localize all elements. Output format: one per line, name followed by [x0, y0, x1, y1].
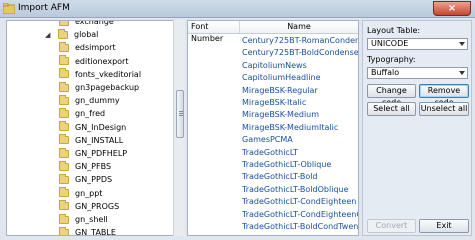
- folder-icon: [59, 160, 69, 171]
- folder-icon: [59, 147, 69, 158]
- tree-item-label: GN_PDFHELP: [75, 149, 128, 158]
- font-list-item[interactable]: CapitoliumNews: [242, 61, 307, 73]
- unselect-all-button[interactable]: Unselect all: [419, 102, 469, 116]
- options-panel: Layout Table: UNICODE Typography: Buffal…: [362, 20, 472, 236]
- tree-item[interactable]: gn_ppt: [59, 187, 102, 200]
- tree-item-label: exchange: [75, 20, 114, 26]
- folder-icon: [59, 134, 69, 145]
- tree-item[interactable]: GN_PPDS: [59, 173, 112, 186]
- font-list-item[interactable]: GamesPCMA: [242, 135, 293, 147]
- folder-icon: [59, 55, 69, 66]
- tree-item[interactable]: editionexport: [59, 55, 128, 68]
- typography-select[interactable]: Buffalo: [367, 67, 468, 79]
- tree-item-label: GN_PROGS: [75, 201, 120, 211]
- tree-item-label: gn_shell: [75, 215, 108, 224]
- font-list-item[interactable]: MirageBSK-MediumItalic: [242, 123, 338, 135]
- window-title: Import AFM: [18, 3, 70, 13]
- font-list-item[interactable]: MirageBSK-Regular: [242, 86, 318, 98]
- layout-table-label: Layout Table:: [367, 26, 421, 35]
- folder-tree[interactable]: exchange ◢ global edsimport editionexport fon…: [6, 20, 180, 236]
- column-header-font-number[interactable]: Font Number: [188, 21, 240, 43]
- folder-icon: [59, 226, 69, 235]
- folder-icon: [59, 81, 69, 92]
- folder-icon: [59, 187, 69, 198]
- tree-item[interactable]: GN_InDesign: [59, 121, 126, 134]
- folder-icon: [59, 21, 69, 26]
- tree-item-label: gn3pagebackup: [75, 83, 140, 92]
- select-all-button[interactable]: Select all: [367, 102, 416, 116]
- tree-item-label: GN_TABLE: [75, 228, 116, 236]
- chevron-down-icon: [459, 42, 465, 46]
- font-list-item[interactable]: TradeGothicLT-Bold: [242, 172, 318, 184]
- typography-label: Typography:: [367, 55, 416, 64]
- change-code-button[interactable]: Change code: [367, 84, 416, 107]
- tree-item[interactable]: fonts_vkeditorial: [59, 68, 141, 81]
- folder-icon: [59, 68, 69, 79]
- tree-item[interactable]: gn_dummy: [59, 94, 120, 107]
- font-list-item[interactable]: TradeGothicLT-CondEighteen: [242, 197, 356, 209]
- tree-item-label: gn_dummy: [75, 96, 120, 106]
- tree-item-label: global: [74, 30, 99, 40]
- folder-icon: [3, 3, 15, 14]
- folder-icon: [59, 213, 69, 224]
- font-list-item[interactable]: CapitoliumHeadline: [242, 73, 320, 85]
- tree-item[interactable]: GN_PROGS: [59, 200, 119, 213]
- folder-icon: [59, 200, 69, 211]
- tree-item-label: gn_ppt: [75, 188, 103, 198]
- font-list-header: Font Number Name: [188, 21, 358, 43]
- tree-item-label: edsimport: [75, 43, 116, 53]
- tree-item-label: GN_InDesign: [75, 122, 127, 132]
- tree-item-label: GN_INSTALL: [75, 135, 124, 145]
- tree-item[interactable]: edsimport: [59, 41, 116, 54]
- title-bar: Import AFM ×: [0, 0, 475, 18]
- font-list-item[interactable]: TradeGothicLT-BoldOblique: [242, 185, 349, 197]
- tree-item[interactable]: gn_fred: [59, 107, 105, 120]
- close-button[interactable]: ×: [433, 1, 471, 16]
- tree-item[interactable]: GN_TABLE: [59, 226, 116, 236]
- tree-scrollbar[interactable]: [173, 20, 185, 236]
- font-list-item[interactable]: Century725BT-BoldCondensed: [242, 48, 358, 60]
- tree-item[interactable]: ◢ global: [45, 28, 98, 41]
- tree-item[interactable]: gn3pagebackup: [59, 81, 139, 94]
- tree-item[interactable]: GN_PDFHELP: [59, 147, 127, 160]
- tree-item[interactable]: gn_shell: [59, 213, 108, 226]
- font-list-item[interactable]: TradeGothicLT-Oblique: [242, 160, 331, 172]
- tree-item[interactable]: GN_INSTALL: [59, 134, 123, 147]
- tree-item-label: GN_PPDS: [75, 175, 113, 185]
- font-list-item[interactable]: MirageBSK-Italic: [242, 98, 306, 110]
- folder-icon: [59, 94, 69, 105]
- tree-item-label: gn_fred: [75, 109, 106, 119]
- typography-value: Buffalo: [371, 68, 400, 77]
- layout-table-select[interactable]: UNICODE: [367, 38, 468, 50]
- exit-button[interactable]: Exit: [419, 219, 469, 233]
- remove-code-button[interactable]: Remove code: [419, 84, 469, 107]
- folder-icon: [59, 173, 69, 184]
- font-list-item[interactable]: TradeGothicLT: [242, 148, 298, 160]
- tree-item[interactable]: GN_PFBS: [59, 160, 111, 173]
- tree-item-label: fonts_vkeditorial: [75, 69, 142, 79]
- layout-table-value: UNICODE: [371, 39, 409, 48]
- convert-button[interactable]: Convert: [367, 219, 416, 233]
- tree-scroll-thumb[interactable]: [176, 90, 184, 138]
- column-header-name[interactable]: Name: [240, 21, 358, 33]
- chevron-down-icon: [459, 71, 465, 75]
- folder-icon: [59, 41, 69, 52]
- tree-item-label: editionexport: [75, 56, 129, 66]
- tree-item[interactable]: exchange: [59, 20, 114, 28]
- font-list-item[interactable]: TradeGothicLT-CondEighteenObl: [242, 210, 358, 222]
- font-list-item[interactable]: Century725BT-RomanCondensed: [242, 36, 358, 48]
- font-list-item[interactable]: MirageBSK-Medium: [242, 110, 319, 122]
- folder-icon: [58, 28, 68, 39]
- tree-item-label: GN_PFBS: [75, 162, 112, 172]
- font-list[interactable]: Font Number Name Century725BT-RomanConde…: [187, 20, 359, 236]
- expand-arrow-icon[interactable]: ◢: [45, 31, 52, 39]
- folder-icon: [59, 121, 69, 132]
- folder-icon: [59, 107, 69, 118]
- font-list-item[interactable]: TradeGothicLT-BoldCondTwenty: [242, 222, 358, 234]
